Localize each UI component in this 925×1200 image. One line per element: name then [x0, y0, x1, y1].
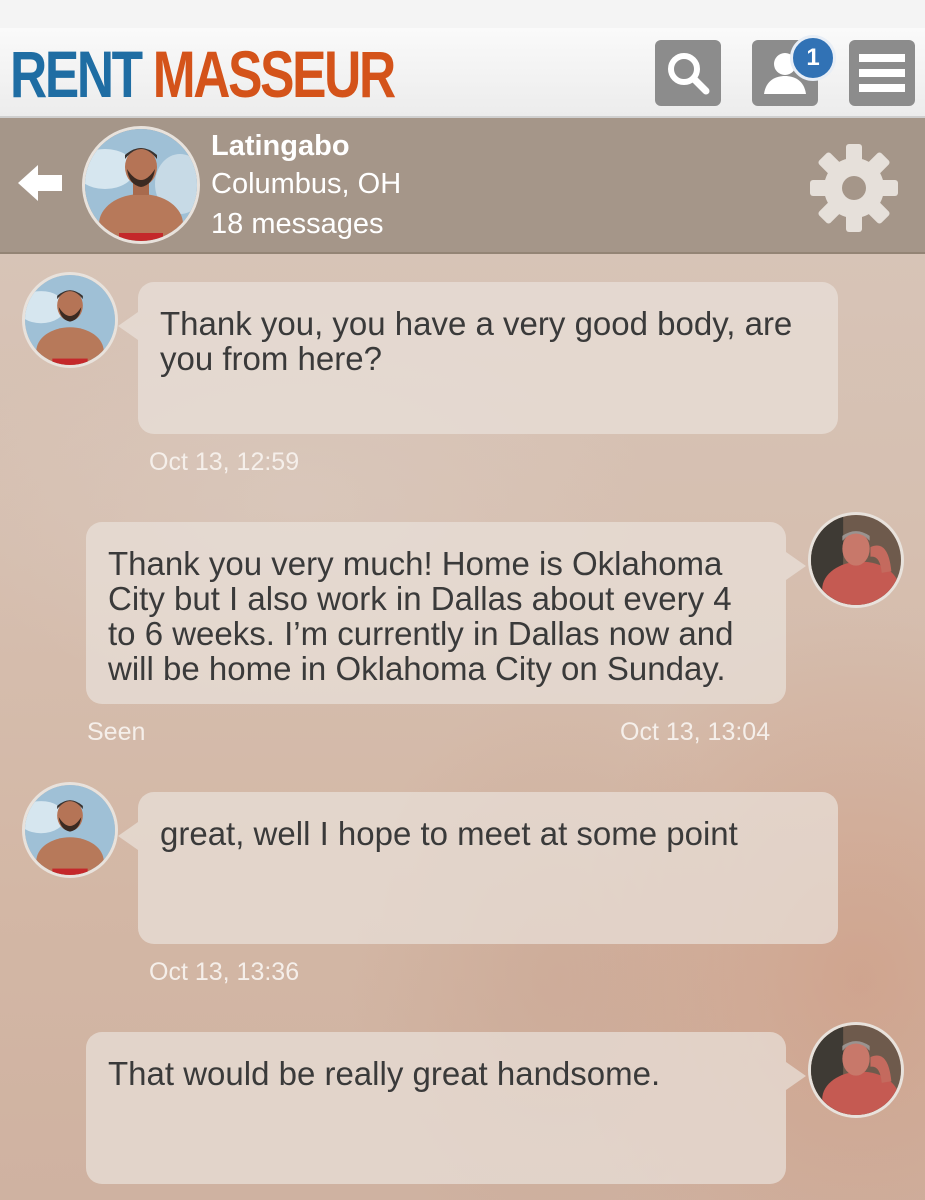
contact-avatar[interactable] [82, 126, 200, 244]
own-avatar[interactable] [808, 512, 904, 608]
contact-location: Columbus, OH [211, 168, 402, 200]
conversation-header: Latingabo Columbus, OH 18 messages [0, 118, 925, 254]
status-strip [0, 0, 925, 28]
contact-photo [85, 129, 197, 241]
top-bar: RENT MASSEUR [0, 28, 925, 118]
search-button[interactable] [655, 40, 721, 106]
message-timestamp: Oct 13, 13:36 [149, 958, 300, 986]
sender-avatar[interactable] [22, 272, 118, 368]
back-arrow-icon[interactable] [18, 163, 64, 203]
sender-avatar[interactable] [22, 782, 118, 878]
message-timestamp: Oct 13, 13:04 [620, 718, 771, 746]
contact-name: Latingabo [211, 130, 350, 162]
message-count: 18 messages [211, 208, 384, 240]
menu-icon [859, 54, 905, 92]
logo-word-masseur: MASSEUR [152, 37, 396, 111]
message-bubble-incoming[interactable]: Thank you, you have a very good body, ar… [118, 282, 838, 434]
message-timestamp: Oct 13, 12:59 [149, 448, 300, 476]
logo-word-rent: RENT [10, 37, 143, 111]
seen-status: Seen [87, 718, 146, 746]
notification-badge[interactable]: 1 [790, 35, 836, 81]
sender-photo [25, 785, 115, 875]
own-photo [811, 515, 901, 605]
message-bubble-outgoing[interactable]: That would be really great handsome. [86, 1032, 806, 1184]
gear-icon[interactable] [808, 142, 900, 234]
message-bubble-outgoing[interactable]: Thank you very much! Home is Oklahoma Ci… [86, 522, 806, 704]
message-bubble-incoming[interactable]: great, well I hope to meet at some point [118, 792, 838, 944]
sender-photo [25, 275, 115, 365]
own-photo [811, 1025, 901, 1115]
menu-button[interactable] [849, 40, 915, 106]
logo[interactable]: RENT MASSEUR [10, 36, 396, 112]
search-icon [668, 53, 710, 95]
own-avatar[interactable] [808, 1022, 904, 1118]
